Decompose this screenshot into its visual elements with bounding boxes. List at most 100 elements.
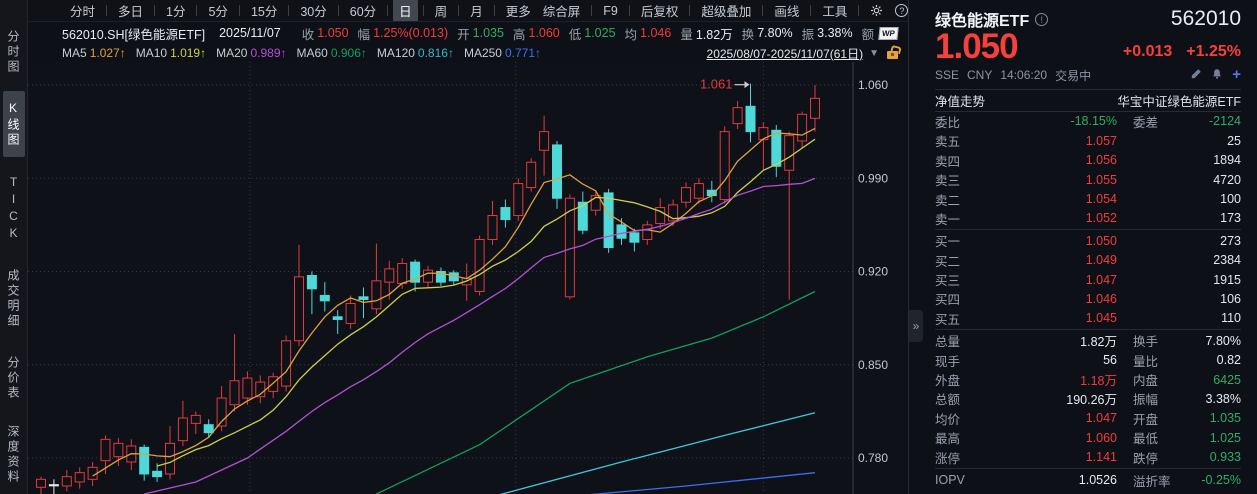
field-value-收: 1.050 [317,26,348,40]
kline-chart-svg[interactable]: 1.0600.9900.9200.8500.7801.061 [28,62,908,494]
candle-body [62,477,71,486]
sidebar-tab-TICK[interactable]: TICK [3,173,25,246]
last-price: 1.050 [935,29,1018,66]
toolbar-item-综合屏[interactable]: 综合屏 [537,0,587,21]
info-icon[interactable]: ! [1035,13,1048,26]
period-tab-多日[interactable]: 多日 [112,0,149,21]
sidebar-tab-K线图[interactable]: K线图 [3,91,25,157]
stat-value: 1.82万 [987,331,1117,350]
ma-legend-MA20: MA200.989↑ [216,46,286,60]
lock-icon[interactable] [887,51,898,59]
add-to-watchlist-icon[interactable]: + [1232,70,1241,80]
candle-body [772,130,781,166]
candle-body [527,162,536,187]
sidebar-tab-分时图[interactable]: 分时图 [3,24,25,81]
y-axis-tick: 0.780 [858,451,888,465]
ma-line [157,139,815,466]
toolbar-item-画线[interactable]: 画线 [768,0,805,21]
candle-body [694,184,703,199]
candle-body [101,439,110,460]
field-label-幅: 幅 [358,24,371,43]
period-tab-月[interactable]: 月 [464,0,489,21]
field-label-换: 换 [742,24,755,43]
stat-row-均价: 均价1.047开盘1.035 [935,409,1241,428]
price-change-pct: +1.25% [1186,43,1241,61]
trading-terminal-window: 分时图 K线图 TICK 成交明细分价表深度资料 分时多日 1分 5分 15分 30分 60分日… [0,0,1257,494]
book-volume: 110 [1117,311,1241,325]
toolbar-separator [338,5,339,16]
toolbar-separator [196,5,197,16]
collapse-panel-button[interactable]: » [909,310,923,342]
ma-label: MA20 [216,46,247,60]
candle-body [359,297,368,300]
weicha-label: 委差 [1117,112,1201,131]
field-value-振: 3.38% [817,26,852,40]
book-level-label: 卖一 [935,209,987,228]
candle-body [49,485,58,486]
candle-body [320,295,329,300]
range-dropdown-icon[interactable]: ▼ [869,48,879,59]
book-level-label: 买一 [935,231,987,250]
ma-value: 0.989↑ [250,46,286,60]
period-tab-更多[interactable]: 更多 [500,0,537,21]
period-tab-日[interactable]: 日 [393,0,418,21]
stat-value: 0.82 [1201,353,1241,367]
sidebar-tab-深度资料[interactable]: 深度资料 [3,416,25,494]
book-divider [935,229,1241,230]
price-change: +0.013 [1123,43,1172,61]
sidebar-tab-分价表[interactable]: 分价表 [3,351,25,407]
alert-bell-icon[interactable] [1211,68,1223,83]
y-axis-tick: 0.990 [858,171,888,185]
field-label-高: 高 [513,24,526,43]
exchange-label: SSE [935,68,959,82]
toolbar-item-超级叠加[interactable]: 超级叠加 [695,0,757,21]
quote-time: 14:06:20 [1000,68,1047,82]
stat-row-IOPV: IOPV1.0526溢折率-0.25% [935,470,1241,491]
date-range-label[interactable]: 2025/08/07-2025/11/07(61日) [707,45,864,62]
period-toolbar: 分时多日1分5分15分30分60分日周月更多 综合屏F9后复权超级叠加画线工具 … [28,0,908,22]
stat-value: 0.933 [1201,450,1241,464]
candle-body [178,418,187,441]
stat-row-现手: 现手56量比0.82 [935,350,1241,369]
stat-row-涨停: 涨停1.141跌停0.933 [935,447,1241,466]
book-volume: 273 [1117,234,1241,248]
settings-gear-icon[interactable] [870,4,883,17]
book-price: 1.047 [987,273,1117,287]
date-label: 2025/11/07 [219,26,281,40]
weibi-row: 委比 -18.15% 委差 -2124 [935,112,1241,131]
toolbar-item-F9[interactable]: F9 [597,3,624,19]
edit-pencil-icon[interactable] [1190,68,1202,83]
book-price: 1.049 [987,253,1117,267]
candle-body [204,425,213,433]
book-price: 1.055 [987,173,1117,187]
field-label-振: 振 [802,24,815,43]
period-tab-周[interactable]: 周 [429,0,454,21]
toolbar-separator [591,5,592,16]
stat-value: 190.26万 [987,389,1117,408]
stat-label: 跌停 [1117,448,1201,467]
candle-body [153,471,162,476]
kline-chart-area[interactable]: 1.0600.9900.9200.8500.7801.061 [28,62,908,494]
nav-trend-link[interactable]: 净值走势 [935,91,985,110]
candle-body [643,225,652,240]
sidebar-tab-成交明细[interactable]: 成交明细 [3,260,25,339]
period-tab-5分[interactable]: 5分 [202,0,233,21]
weibi-value: -18.15% [987,114,1117,128]
ma-line [93,128,815,476]
period-tab-分时[interactable]: 分时 [64,0,101,21]
candle-body [88,467,97,479]
book-level-label: 买二 [935,251,987,270]
period-tab-15分[interactable]: 15分 [245,0,283,21]
candle-body [720,132,729,200]
currency-label: CNY [967,68,992,82]
toolbar-item-后复权[interactable]: 后复权 [635,0,685,21]
toolbar-item-工具[interactable]: 工具 [816,0,853,21]
candle-body [604,193,613,248]
help-icon[interactable]: ? [895,4,908,17]
period-tab-30分[interactable]: 30分 [294,0,332,21]
period-tab-1分[interactable]: 1分 [160,0,191,21]
period-tab-60分[interactable]: 60分 [344,0,382,21]
candle-body [540,132,549,151]
book-row-买五: 买五1.045110 [935,309,1241,328]
iopv-section: IOPV1.0526溢折率-0.25%净值1.0385升贴水率1.11% [935,470,1241,494]
